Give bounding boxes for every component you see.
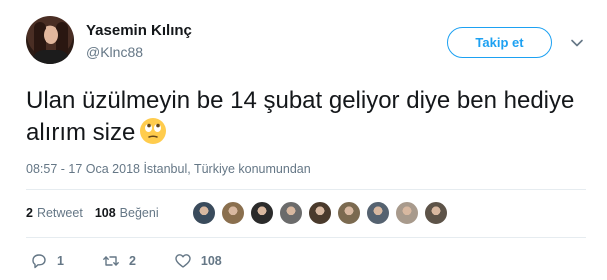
heart-icon [175,254,191,268]
divider [26,189,586,190]
likers-list [192,201,448,225]
liker-avatar-6[interactable] [337,201,361,225]
reply-icon [32,254,46,269]
liker-avatar-1[interactable] [192,201,216,225]
likes-count: 108 [94,206,116,220]
tweet-stats: 2 Retweet 108 Beğeni [26,206,159,220]
user-name[interactable]: Yasemin Kılınç [86,22,192,39]
retweets-stat[interactable]: 2 Retweet [26,206,83,220]
retweet-icon [103,256,119,266]
divider [26,237,586,238]
reply-button[interactable]: 1 [30,252,64,270]
liker-avatar-9[interactable] [424,201,448,225]
liker-avatar-3[interactable] [250,201,274,225]
liker-avatar-8[interactable] [395,201,419,225]
likes-label: Beğeni [119,206,159,220]
chevron-down-icon[interactable] [570,36,584,50]
retweet-button[interactable]: 2 [102,252,136,270]
reply-count: 1 [57,254,64,268]
avatar-face [44,26,58,44]
like-count: 108 [200,254,222,268]
follow-button-label: Takip et [475,35,524,50]
follow-button[interactable]: Takip et [447,27,552,58]
retweets-count: 2 [26,206,33,220]
liker-avatar-4[interactable] [279,201,303,225]
avatar[interactable] [26,16,74,64]
retweet-count: 2 [128,254,136,268]
retweets-label: Retweet [36,206,83,220]
liker-avatar-2[interactable] [221,201,245,225]
tweet-timestamp[interactable]: 08:57 - 17 Oca 2018 İstanbul, Türkiye ko… [26,162,311,176]
rolling-eyes-emoji-icon [140,118,167,144]
likes-stat[interactable]: 108 Beğeni [95,206,159,220]
avatar-shirt [32,50,70,64]
tweet-text: Ulan üzülmeyin be 14 şubat geliyor diye … [26,85,586,149]
liker-avatar-7[interactable] [366,201,390,225]
tweet-actions: 1 2 108 [30,252,260,270]
tweet-text-content: Ulan üzülmeyin be 14 şubat geliyor diye … [26,87,575,146]
liker-avatar-5[interactable] [308,201,332,225]
user-handle[interactable]: @Klnc88 [86,44,143,60]
like-button[interactable]: 108 [174,252,222,270]
